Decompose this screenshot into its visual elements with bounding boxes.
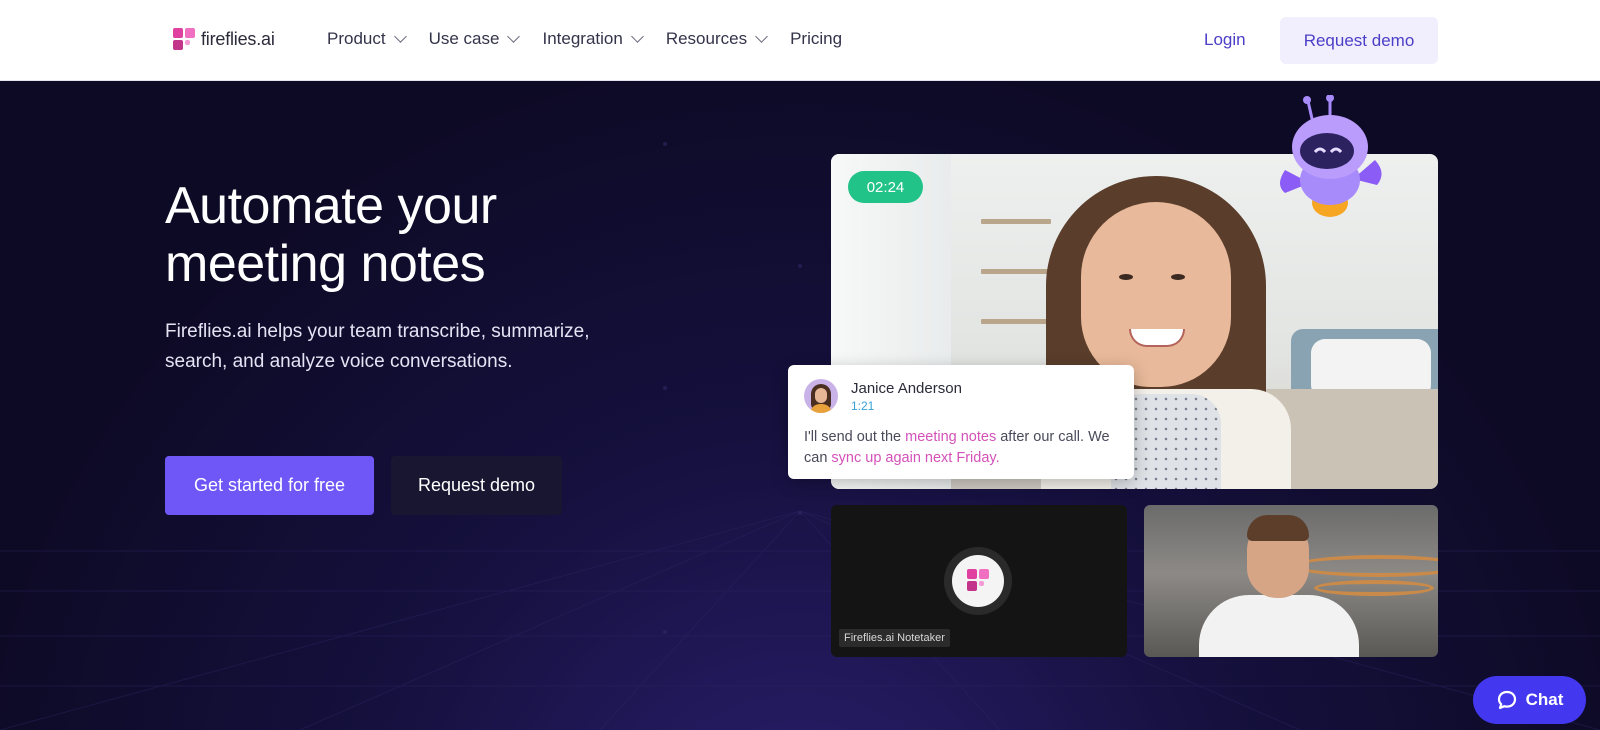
participant-hair bbox=[1247, 515, 1309, 541]
notetaker-avatar bbox=[944, 547, 1012, 615]
hero-subtitle: Fireflies.ai helps your team transcribe,… bbox=[165, 321, 590, 372]
shelf bbox=[981, 219, 1051, 224]
login-link[interactable]: Login bbox=[1204, 30, 1246, 50]
speaker-name: Janice Anderson bbox=[851, 380, 962, 397]
robot-mascot-icon bbox=[1280, 95, 1382, 217]
headline-line-2: meeting notes bbox=[165, 235, 486, 293]
notetaker-label: Fireflies.ai Notetaker bbox=[839, 629, 950, 647]
transcript-timestamp[interactable]: 1:21 bbox=[851, 399, 874, 413]
hero-headline: Automate your meeting notes bbox=[165, 177, 665, 293]
menu-item-label: Use case bbox=[428, 29, 500, 48]
logo-text: fireflies.ai bbox=[201, 28, 275, 49]
menu-item-pricing[interactable]: Pricing bbox=[790, 29, 842, 49]
menu-item-product[interactable]: Product bbox=[327, 29, 407, 49]
top-navbar: fireflies.ai Product Use case Integratio… bbox=[0, 0, 1600, 81]
participant-face bbox=[1081, 202, 1231, 387]
participant-video-tile bbox=[1144, 505, 1438, 657]
menu-item-label: Pricing bbox=[790, 29, 843, 48]
call-timer: 02:24 bbox=[848, 171, 923, 203]
request-demo-nav-button[interactable]: Request demo bbox=[1280, 17, 1438, 64]
chat-button[interactable]: Chat bbox=[1473, 676, 1586, 724]
fireflies-logo-icon bbox=[952, 555, 1004, 607]
fireflies-logo-icon bbox=[173, 28, 195, 50]
ceiling-lamp bbox=[1294, 555, 1438, 577]
menu-item-resources[interactable]: Resources bbox=[665, 29, 768, 49]
fireflies-logo[interactable]: fireflies.ai bbox=[173, 28, 275, 50]
shelf bbox=[981, 319, 1051, 324]
ceiling-lamp bbox=[1314, 580, 1434, 596]
menu-item-label: Resources bbox=[665, 29, 748, 48]
get-started-button[interactable]: Get started for free bbox=[165, 456, 374, 515]
chat-label: Chat bbox=[1525, 690, 1564, 709]
notetaker-video-tile: Fireflies.ai Notetaker bbox=[831, 505, 1127, 657]
shelf bbox=[981, 269, 1051, 274]
chevron-down-icon bbox=[630, 30, 644, 43]
headline-line-1: Automate your bbox=[165, 177, 497, 235]
participant-eye bbox=[1119, 274, 1133, 280]
transcript-highlight: meeting notes bbox=[905, 429, 997, 445]
chevron-down-icon bbox=[755, 30, 768, 43]
transcript-text-part: I'll send out the bbox=[804, 429, 906, 445]
chevron-down-icon bbox=[507, 30, 521, 43]
chat-bubble-icon bbox=[1497, 690, 1516, 710]
transcript-text: I'll send out the meeting notes after ou… bbox=[804, 427, 1124, 469]
hero-section: Automate your meeting notes Fireflies.ai… bbox=[0, 81, 1600, 730]
transcript-highlight: sync up again next Friday. bbox=[831, 450, 1000, 466]
participant-eye bbox=[1171, 274, 1185, 280]
main-menu: Product Use case Integration Resources P… bbox=[327, 29, 866, 49]
participant-body bbox=[1199, 595, 1359, 657]
chevron-down-icon bbox=[393, 30, 407, 43]
menu-item-label: Product bbox=[327, 29, 386, 48]
menu-item-label: Integration bbox=[542, 29, 623, 48]
avatar bbox=[804, 379, 838, 413]
menu-item-use-case[interactable]: Use case bbox=[428, 29, 521, 49]
menu-item-integration[interactable]: Integration bbox=[542, 29, 644, 49]
transcript-card: Janice Anderson 1:21 I'll send out the m… bbox=[788, 365, 1134, 479]
request-demo-hero-button[interactable]: Request demo bbox=[391, 456, 562, 515]
